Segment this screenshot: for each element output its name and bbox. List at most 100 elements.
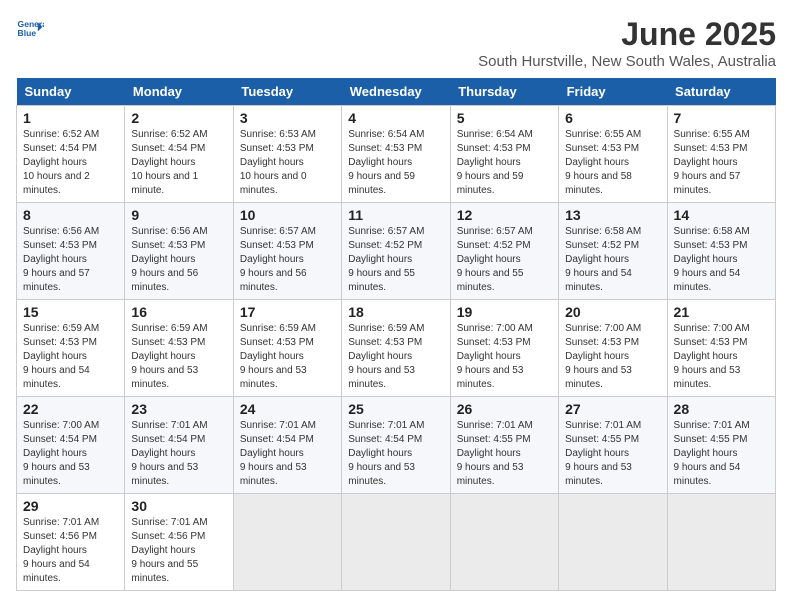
day-number: 20 — [565, 304, 660, 320]
day-number: 4 — [348, 110, 443, 126]
day-number: 15 — [23, 304, 118, 320]
calendar-week-row: 29 Sunrise: 7:01 AMSunset: 4:56 PMDaylig… — [17, 494, 776, 591]
day-info: Sunrise: 6:58 AMSunset: 4:53 PMDaylight … — [674, 226, 750, 293]
calendar-cell: 6 Sunrise: 6:55 AMSunset: 4:53 PMDayligh… — [559, 106, 667, 203]
day-info: Sunrise: 7:00 AMSunset: 4:53 PMDaylight … — [565, 323, 641, 390]
day-header-monday: Monday — [125, 78, 233, 106]
calendar-cell: 25 Sunrise: 7:01 AMSunset: 4:54 PMDaylig… — [342, 397, 450, 494]
day-header-thursday: Thursday — [450, 78, 558, 106]
day-info: Sunrise: 6:52 AMSunset: 4:54 PMDaylight … — [131, 129, 207, 196]
day-info: Sunrise: 6:53 AMSunset: 4:53 PMDaylight … — [240, 129, 316, 196]
day-info: Sunrise: 7:01 AMSunset: 4:54 PMDaylight … — [131, 420, 207, 487]
calendar-cell — [667, 494, 775, 591]
day-info: Sunrise: 7:01 AMSunset: 4:55 PMDaylight … — [565, 420, 641, 487]
svg-text:Blue: Blue — [18, 28, 37, 38]
day-number: 8 — [23, 207, 118, 223]
day-info: Sunrise: 6:57 AMSunset: 4:53 PMDaylight … — [240, 226, 316, 293]
subtitle: South Hurstville, New South Wales, Austr… — [478, 53, 776, 70]
day-number: 3 — [240, 110, 335, 126]
calendar-cell: 16 Sunrise: 6:59 AMSunset: 4:53 PMDaylig… — [125, 300, 233, 397]
day-info: Sunrise: 6:59 AMSunset: 4:53 PMDaylight … — [131, 323, 207, 390]
day-number: 26 — [457, 401, 552, 417]
calendar-cell: 26 Sunrise: 7:01 AMSunset: 4:55 PMDaylig… — [450, 397, 558, 494]
day-info: Sunrise: 6:54 AMSunset: 4:53 PMDaylight … — [457, 129, 533, 196]
calendar-cell: 8 Sunrise: 6:56 AMSunset: 4:53 PMDayligh… — [17, 203, 125, 300]
calendar-cell: 5 Sunrise: 6:54 AMSunset: 4:53 PMDayligh… — [450, 106, 558, 203]
day-number: 19 — [457, 304, 552, 320]
day-header-saturday: Saturday — [667, 78, 775, 106]
day-info: Sunrise: 7:01 AMSunset: 4:56 PMDaylight … — [131, 517, 207, 584]
calendar-cell — [559, 494, 667, 591]
day-number: 25 — [348, 401, 443, 417]
day-info: Sunrise: 6:55 AMSunset: 4:53 PMDaylight … — [565, 129, 641, 196]
day-number: 1 — [23, 110, 118, 126]
header: General Blue June 2025 South Hurstville,… — [16, 16, 776, 70]
day-number: 27 — [565, 401, 660, 417]
calendar-week-row: 1 Sunrise: 6:52 AMSunset: 4:54 PMDayligh… — [17, 106, 776, 203]
day-number: 2 — [131, 110, 226, 126]
day-info: Sunrise: 7:00 AMSunset: 4:53 PMDaylight … — [674, 323, 750, 390]
day-info: Sunrise: 7:01 AMSunset: 4:56 PMDaylight … — [23, 517, 99, 584]
calendar-week-row: 22 Sunrise: 7:00 AMSunset: 4:54 PMDaylig… — [17, 397, 776, 494]
day-info: Sunrise: 7:01 AMSunset: 4:54 PMDaylight … — [348, 420, 424, 487]
day-number: 6 — [565, 110, 660, 126]
calendar-cell — [450, 494, 558, 591]
day-info: Sunrise: 6:58 AMSunset: 4:52 PMDaylight … — [565, 226, 641, 293]
logo: General Blue — [16, 16, 44, 44]
day-header-sunday: Sunday — [17, 78, 125, 106]
day-number: 9 — [131, 207, 226, 223]
calendar-week-row: 15 Sunrise: 6:59 AMSunset: 4:53 PMDaylig… — [17, 300, 776, 397]
calendar-cell: 29 Sunrise: 7:01 AMSunset: 4:56 PMDaylig… — [17, 494, 125, 591]
day-header-wednesday: Wednesday — [342, 78, 450, 106]
calendar-week-row: 8 Sunrise: 6:56 AMSunset: 4:53 PMDayligh… — [17, 203, 776, 300]
calendar-cell: 14 Sunrise: 6:58 AMSunset: 4:53 PMDaylig… — [667, 203, 775, 300]
calendar-cell: 3 Sunrise: 6:53 AMSunset: 4:53 PMDayligh… — [233, 106, 341, 203]
calendar-cell: 21 Sunrise: 7:00 AMSunset: 4:53 PMDaylig… — [667, 300, 775, 397]
calendar-cell: 24 Sunrise: 7:01 AMSunset: 4:54 PMDaylig… — [233, 397, 341, 494]
calendar-cell: 4 Sunrise: 6:54 AMSunset: 4:53 PMDayligh… — [342, 106, 450, 203]
calendar-cell: 22 Sunrise: 7:00 AMSunset: 4:54 PMDaylig… — [17, 397, 125, 494]
calendar-cell: 9 Sunrise: 6:56 AMSunset: 4:53 PMDayligh… — [125, 203, 233, 300]
day-info: Sunrise: 7:01 AMSunset: 4:54 PMDaylight … — [240, 420, 316, 487]
day-info: Sunrise: 6:54 AMSunset: 4:53 PMDaylight … — [348, 129, 424, 196]
day-number: 24 — [240, 401, 335, 417]
calendar-cell: 27 Sunrise: 7:01 AMSunset: 4:55 PMDaylig… — [559, 397, 667, 494]
day-info: Sunrise: 7:01 AMSunset: 4:55 PMDaylight … — [674, 420, 750, 487]
calendar-cell: 28 Sunrise: 7:01 AMSunset: 4:55 PMDaylig… — [667, 397, 775, 494]
day-info: Sunrise: 7:00 AMSunset: 4:53 PMDaylight … — [457, 323, 533, 390]
calendar-cell: 10 Sunrise: 6:57 AMSunset: 4:53 PMDaylig… — [233, 203, 341, 300]
day-header-friday: Friday — [559, 78, 667, 106]
day-info: Sunrise: 7:01 AMSunset: 4:55 PMDaylight … — [457, 420, 533, 487]
day-info: Sunrise: 7:00 AMSunset: 4:54 PMDaylight … — [23, 420, 99, 487]
day-info: Sunrise: 6:59 AMSunset: 4:53 PMDaylight … — [240, 323, 316, 390]
calendar-cell: 1 Sunrise: 6:52 AMSunset: 4:54 PMDayligh… — [17, 106, 125, 203]
calendar-cell — [233, 494, 341, 591]
day-number: 30 — [131, 498, 226, 514]
calendar-cell: 20 Sunrise: 7:00 AMSunset: 4:53 PMDaylig… — [559, 300, 667, 397]
day-number: 10 — [240, 207, 335, 223]
calendar-cell: 11 Sunrise: 6:57 AMSunset: 4:52 PMDaylig… — [342, 203, 450, 300]
day-header-tuesday: Tuesday — [233, 78, 341, 106]
day-number: 5 — [457, 110, 552, 126]
calendar-cell: 23 Sunrise: 7:01 AMSunset: 4:54 PMDaylig… — [125, 397, 233, 494]
day-number: 21 — [674, 304, 769, 320]
day-number: 16 — [131, 304, 226, 320]
day-info: Sunrise: 6:55 AMSunset: 4:53 PMDaylight … — [674, 129, 750, 196]
main-title: June 2025 — [478, 16, 776, 53]
calendar-cell: 15 Sunrise: 6:59 AMSunset: 4:53 PMDaylig… — [17, 300, 125, 397]
day-number: 29 — [23, 498, 118, 514]
day-number: 17 — [240, 304, 335, 320]
day-number: 22 — [23, 401, 118, 417]
calendar-cell: 7 Sunrise: 6:55 AMSunset: 4:53 PMDayligh… — [667, 106, 775, 203]
calendar-cell: 19 Sunrise: 7:00 AMSunset: 4:53 PMDaylig… — [450, 300, 558, 397]
day-info: Sunrise: 6:59 AMSunset: 4:53 PMDaylight … — [348, 323, 424, 390]
calendar-body: 1 Sunrise: 6:52 AMSunset: 4:54 PMDayligh… — [17, 106, 776, 591]
calendar-cell: 13 Sunrise: 6:58 AMSunset: 4:52 PMDaylig… — [559, 203, 667, 300]
calendar-cell: 30 Sunrise: 7:01 AMSunset: 4:56 PMDaylig… — [125, 494, 233, 591]
calendar-cell — [342, 494, 450, 591]
day-number: 18 — [348, 304, 443, 320]
calendar-table: SundayMondayTuesdayWednesdayThursdayFrid… — [16, 78, 776, 591]
day-number: 23 — [131, 401, 226, 417]
calendar-cell: 17 Sunrise: 6:59 AMSunset: 4:53 PMDaylig… — [233, 300, 341, 397]
day-info: Sunrise: 6:57 AMSunset: 4:52 PMDaylight … — [348, 226, 424, 293]
